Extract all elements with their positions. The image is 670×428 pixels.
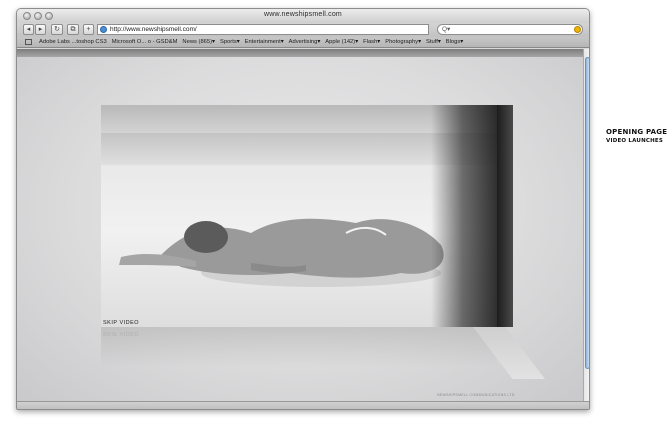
- add-tab-icon[interactable]: +: [83, 24, 94, 35]
- bookmark-item[interactable]: Photography▾: [385, 38, 421, 47]
- web-content: SKIP VIDEO SKIP VIDEO NEWSHIPSMELL COMMU…: [17, 49, 583, 401]
- copyright-text: NEWSHIPSMELL COMMUNICATIONS LTD: [437, 393, 515, 397]
- globe-icon: [100, 26, 107, 33]
- frame-side-panel: [497, 105, 513, 327]
- forward-arrow-icon[interactable]: ▸: [35, 24, 46, 35]
- back-arrow-icon[interactable]: ◂: [23, 24, 34, 35]
- browser-window: www.newshipsmell.com ◂ ▸ ↻ ⧉ + http://ww…: [16, 8, 590, 410]
- video-dark-edge: [431, 105, 497, 327]
- bookmark-item[interactable]: Advertising▾: [289, 38, 321, 47]
- skip-video-reflection: SKIP VIDEO: [103, 330, 140, 336]
- page-top-band: [17, 49, 583, 57]
- address-bar[interactable]: http://www.newshipsmell.com/: [97, 24, 429, 35]
- bookmarks-bar-icon[interactable]: [25, 39, 32, 45]
- bookmark-item[interactable]: Apple (142)▾: [325, 38, 358, 47]
- window-title: www.newshipsmell.com: [264, 11, 342, 18]
- bookmark-item[interactable]: Microsoft O... o - GSD&M: [112, 38, 178, 47]
- caption-subtitle: VIDEO LAUNCHES: [606, 138, 664, 144]
- bookmark-item[interactable]: Blogs▾: [446, 38, 463, 47]
- vertical-scrollbar[interactable]: [583, 49, 589, 401]
- presentation-caption: OPENING PAGE VIDEO LAUNCHES: [606, 128, 667, 144]
- bookmark-item[interactable]: Adobe Labs ...toshop CS3: [39, 38, 107, 47]
- bookmark-item[interactable]: Stuff▾: [426, 38, 441, 47]
- bookmarks-bar: Adobe Labs ...toshop CS3 Microsoft O... o…: [17, 37, 589, 48]
- title-bar: www.newshipsmell.com: [17, 9, 589, 23]
- caption-title: OPENING PAGE: [606, 128, 668, 136]
- bookmark-item[interactable]: Sports▾: [220, 38, 240, 47]
- status-bar: [17, 401, 589, 409]
- bookmarks-icon[interactable]: ⧉: [67, 24, 79, 35]
- skip-video-link[interactable]: SKIP VIDEO: [103, 320, 139, 326]
- bookmarks-list: Adobe Labs ...toshop CS3 Microsoft O... o…: [39, 38, 463, 47]
- browser-toolbar: ◂ ▸ ↻ ⧉ + http://www.newshipsmell.com/ Q…: [17, 23, 589, 37]
- bookmark-item[interactable]: News (865)▾: [182, 38, 215, 47]
- scrollbar-thumb[interactable]: [585, 57, 589, 369]
- reload-icon[interactable]: ↻: [51, 24, 63, 35]
- search-input[interactable]: Q▾: [437, 24, 583, 35]
- bookmark-item[interactable]: Entertainment▾: [245, 38, 284, 47]
- bookmark-item[interactable]: Flash▾: [363, 38, 380, 47]
- video-frame[interactable]: [101, 105, 497, 327]
- frame-reflection: [101, 327, 497, 367]
- snapback-icon[interactable]: [574, 26, 581, 33]
